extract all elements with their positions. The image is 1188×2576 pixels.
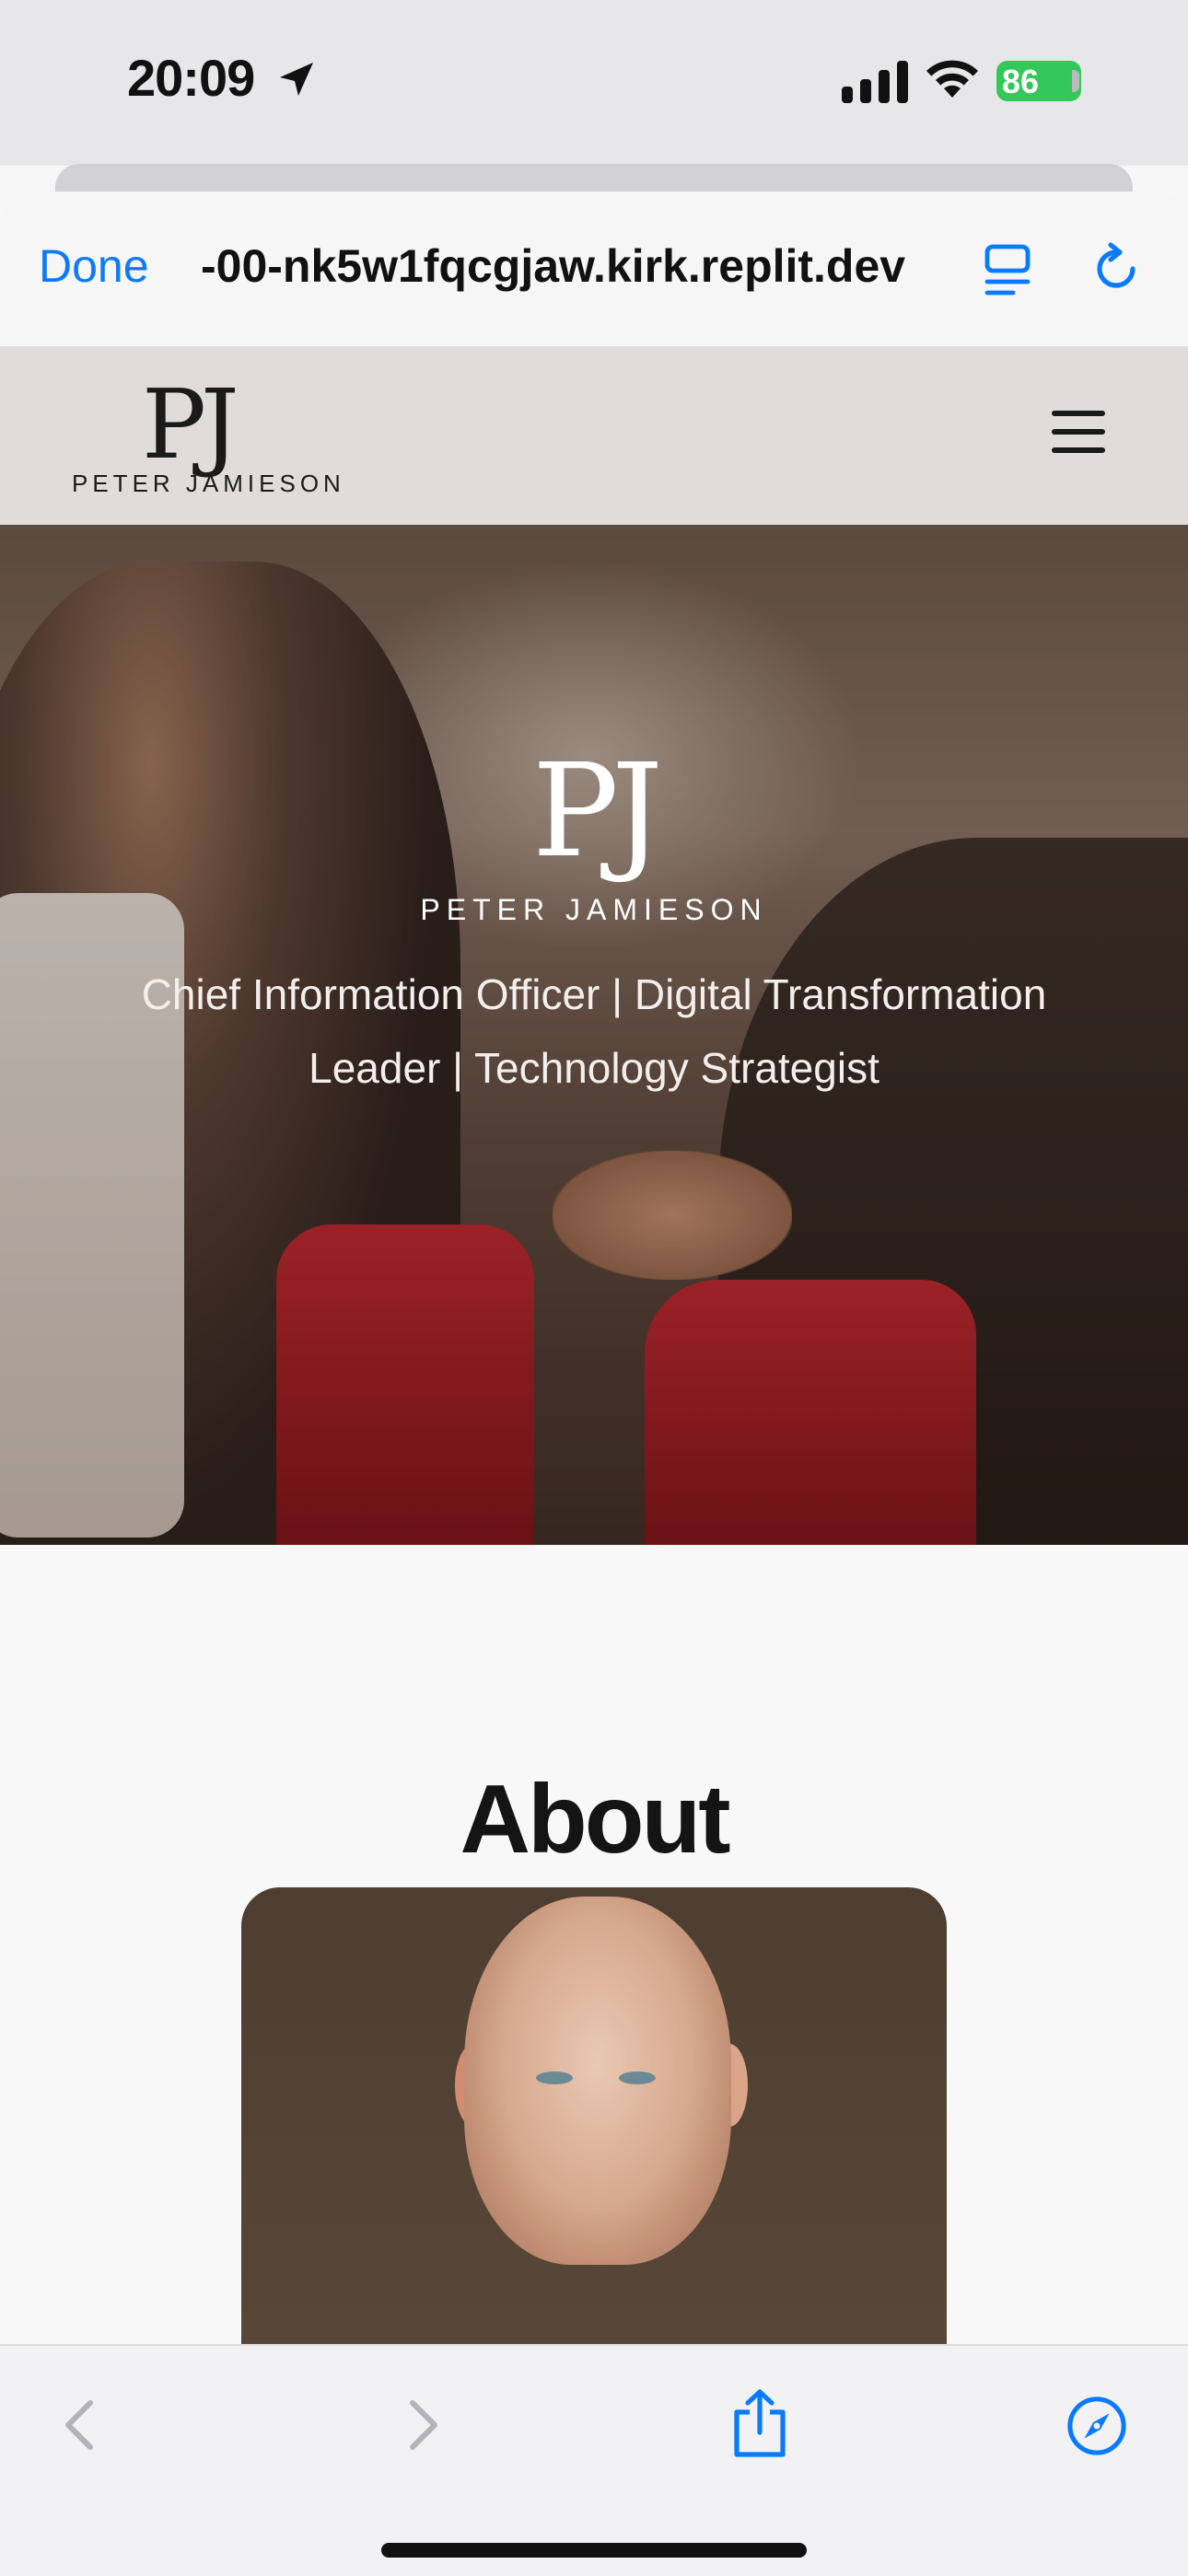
back-icon[interactable] <box>55 2397 105 2453</box>
about-heading: About <box>460 1765 730 1874</box>
hero-section: PJ PETER JAMIESON Chief Information Offi… <box>0 525 1188 1545</box>
safari-view-sheet: Done -00-nk5w1fqcgjaw.kirk.replit.dev PJ… <box>0 191 1188 2574</box>
site-logo-name[interactable]: PETER JAMIESON <box>72 470 345 498</box>
url-field[interactable]: -00-nk5w1fqcgjaw.kirk.replit.dev <box>201 239 938 293</box>
hero-name: PETER JAMIESON <box>420 893 768 926</box>
done-button[interactable]: Done <box>39 239 149 293</box>
wifi-icon <box>926 60 978 98</box>
forward-icon[interactable] <box>398 2397 448 2453</box>
battery-cap <box>1072 70 1079 92</box>
compass-icon[interactable] <box>1066 2396 1127 2456</box>
portrait-eye <box>536 2071 573 2084</box>
hero-monogram: PJ <box>531 737 663 887</box>
site-header: PJ PETER JAMIESON <box>0 346 1188 525</box>
share-icon[interactable] <box>728 2386 792 2460</box>
cellular-signal-icon <box>842 61 908 103</box>
hamburger-menu-icon[interactable] <box>1052 411 1105 453</box>
portrait-face <box>464 1897 731 2265</box>
status-time: 20:09 <box>127 49 255 107</box>
location-arrow-icon <box>280 63 313 96</box>
battery-level: 86 <box>1002 63 1040 100</box>
reader-view-icon[interactable] <box>984 243 1031 298</box>
portrait-eye <box>619 2071 656 2084</box>
site-logo-monogram[interactable]: PJ <box>142 368 239 481</box>
browser-toolbar: Done -00-nk5w1fqcgjaw.kirk.replit.dev <box>0 191 1188 348</box>
web-page: PJ PETER JAMIESON PJ PETER JAMIESON Chie… <box>0 346 1188 2574</box>
hero-tagline: Chief Information Officer | Digital Tran… <box>141 970 1047 1092</box>
reload-icon[interactable] <box>1089 241 1144 296</box>
browser-bottom-bar <box>0 2344 1188 2576</box>
home-indicator[interactable] <box>381 2543 807 2558</box>
